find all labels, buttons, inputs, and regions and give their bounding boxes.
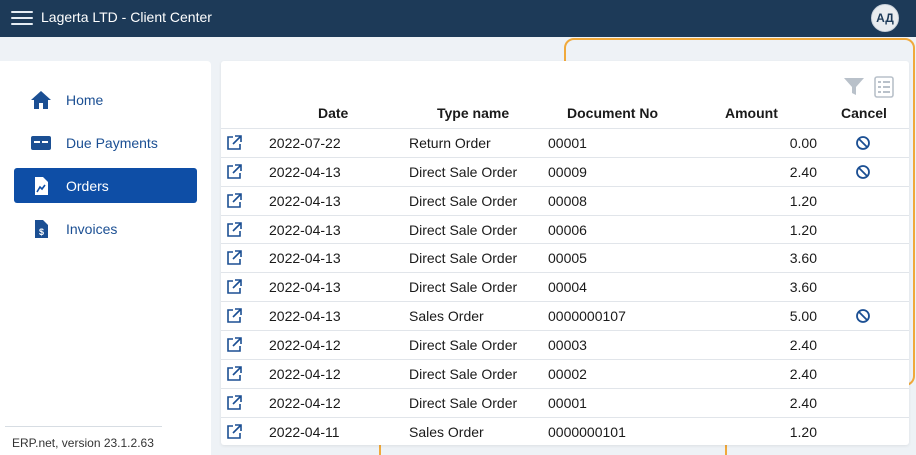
cancel-icon[interactable] bbox=[855, 164, 871, 180]
sidebar: Home Due Payments Orders $ Invoices ERP.… bbox=[0, 61, 211, 455]
sidebar-item-label: Invoices bbox=[66, 220, 118, 237]
cell-date: 2022-04-12 bbox=[269, 365, 341, 382]
cell-type-name: Direct Sale Order bbox=[409, 279, 518, 296]
home-icon bbox=[31, 91, 51, 109]
cell-document-no: 00005 bbox=[548, 250, 587, 267]
open-external-icon[interactable] bbox=[225, 134, 243, 152]
column-chooser-icon[interactable] bbox=[873, 76, 895, 98]
cell-document-no: 00006 bbox=[548, 221, 587, 238]
open-external-icon[interactable] bbox=[225, 423, 243, 441]
cell-type-name: Direct Sale Order bbox=[409, 221, 518, 238]
divider bbox=[5, 426, 162, 427]
cell-document-no: 00008 bbox=[548, 192, 587, 209]
open-external-icon[interactable] bbox=[225, 163, 243, 181]
cell-date: 2022-04-13 bbox=[269, 308, 341, 325]
cell-amount: 0.00 bbox=[789, 135, 817, 151]
hamburger-icon[interactable] bbox=[11, 8, 33, 28]
cell-date: 2022-04-13 bbox=[269, 250, 341, 267]
cell-type-name: Sales Order bbox=[409, 423, 484, 440]
sidebar-item-orders[interactable]: Orders bbox=[14, 168, 197, 203]
credit-card-icon bbox=[31, 136, 51, 150]
table-row[interactable]: 2022-07-22 Return Order 00001 0.00 bbox=[221, 128, 909, 157]
table-row[interactable]: 2022-04-13 Direct Sale Order 00009 2.40 bbox=[221, 156, 909, 186]
open-external-icon[interactable] bbox=[225, 249, 243, 267]
svg-text:$: $ bbox=[39, 227, 44, 237]
table-row[interactable]: 2022-04-13 Sales Order 0000000107 5.00 bbox=[221, 301, 909, 330]
cell-type-name: Direct Sale Order bbox=[409, 192, 518, 209]
open-external-icon[interactable] bbox=[225, 221, 243, 239]
open-external-icon[interactable] bbox=[225, 394, 243, 412]
table-row[interactable]: 2022-04-13 Direct Sale Order 00008 1.20 bbox=[221, 185, 909, 215]
cell-amount: 2.40 bbox=[789, 394, 817, 411]
cell-date: 2022-04-12 bbox=[269, 394, 341, 411]
filter-icon[interactable] bbox=[843, 77, 865, 97]
open-external-icon[interactable] bbox=[225, 278, 243, 296]
cell-amount: 1.20 bbox=[789, 221, 817, 238]
cell-type-name: Direct Sale Order bbox=[409, 163, 518, 180]
cell-amount: 2.40 bbox=[789, 163, 817, 180]
sidebar-item-home[interactable]: Home bbox=[14, 82, 197, 117]
top-bar: Lagerta LTD - Client Center АД bbox=[0, 0, 916, 37]
cell-amount: 3.60 bbox=[789, 250, 817, 267]
cell-date: 2022-04-13 bbox=[269, 279, 341, 296]
invoice-dollar-icon: $ bbox=[35, 220, 48, 238]
cell-type-name: Direct Sale Order bbox=[409, 394, 518, 411]
sidebar-item-label: Orders bbox=[66, 177, 109, 194]
cell-document-no: 00009 bbox=[548, 163, 587, 180]
column-header-type-name[interactable]: Type name bbox=[437, 105, 509, 121]
table-row[interactable]: 2022-04-11 Sales Order 0000000101 1.20 bbox=[221, 416, 909, 446]
cell-date: 2022-04-13 bbox=[269, 192, 341, 209]
cell-date: 2022-07-22 bbox=[269, 135, 341, 151]
open-external-icon[interactable] bbox=[225, 192, 243, 210]
cancel-icon[interactable] bbox=[855, 308, 871, 324]
cell-type-name: Return Order bbox=[409, 135, 491, 151]
cell-amount: 2.40 bbox=[789, 365, 817, 382]
cell-document-no: 00001 bbox=[548, 394, 587, 411]
table-row[interactable]: 2022-04-12 Direct Sale Order 00002 2.40 bbox=[221, 358, 909, 388]
table-row[interactable]: 2022-04-12 Direct Sale Order 00001 2.40 bbox=[221, 387, 909, 417]
column-header-date[interactable]: Date bbox=[318, 105, 348, 121]
cell-amount: 2.40 bbox=[789, 336, 817, 353]
table-row[interactable]: 2022-04-13 Direct Sale Order 00004 3.60 bbox=[221, 272, 909, 301]
column-header-document-no[interactable]: Document No bbox=[567, 105, 658, 121]
open-external-icon[interactable] bbox=[225, 365, 243, 383]
cell-amount: 1.20 bbox=[789, 423, 817, 440]
orders-panel: Date Type name Document No Amount Cancel… bbox=[221, 61, 909, 445]
sidebar-item-invoices[interactable]: $ Invoices bbox=[14, 211, 197, 246]
document-chart-icon bbox=[35, 177, 48, 195]
cell-type-name: Direct Sale Order bbox=[409, 365, 518, 382]
column-header-cancel: Cancel bbox=[841, 105, 887, 121]
cell-document-no: 00002 bbox=[548, 365, 587, 382]
cell-amount: 3.60 bbox=[789, 279, 817, 296]
open-external-icon[interactable] bbox=[225, 307, 243, 325]
cell-document-no: 00003 bbox=[548, 336, 587, 353]
cell-date: 2022-04-11 bbox=[269, 423, 340, 440]
cell-document-no: 00004 bbox=[548, 279, 587, 296]
table-row[interactable]: 2022-04-13 Direct Sale Order 00005 3.60 bbox=[221, 243, 909, 272]
avatar[interactable]: АД bbox=[871, 4, 899, 32]
cell-date: 2022-04-13 bbox=[269, 221, 341, 238]
table-row[interactable]: 2022-04-13 Direct Sale Order 00006 1.20 bbox=[221, 214, 909, 244]
cell-document-no: 0000000101 bbox=[548, 423, 626, 440]
open-external-icon[interactable] bbox=[225, 336, 243, 354]
column-header-amount[interactable]: Amount bbox=[725, 105, 778, 121]
cell-type-name: Direct Sale Order bbox=[409, 250, 518, 267]
sidebar-item-due-payments[interactable]: Due Payments bbox=[14, 125, 197, 160]
app-title: Lagerta LTD - Client Center bbox=[41, 9, 212, 25]
cell-amount: 5.00 bbox=[789, 308, 817, 325]
sidebar-item-label: Due Payments bbox=[66, 134, 158, 151]
cell-document-no: 0000000107 bbox=[548, 308, 626, 325]
table-row[interactable]: 2022-04-12 Direct Sale Order 00003 2.40 bbox=[221, 329, 909, 359]
sidebar-item-label: Home bbox=[66, 91, 104, 108]
version-label: ERP.net, version 23.1.2.63 bbox=[12, 436, 154, 450]
cell-amount: 1.20 bbox=[789, 192, 817, 209]
cell-document-no: 00001 bbox=[548, 135, 587, 151]
cell-type-name: Sales Order bbox=[409, 308, 484, 325]
cell-date: 2022-04-13 bbox=[269, 163, 341, 180]
cancel-icon[interactable] bbox=[855, 135, 871, 151]
cell-type-name: Direct Sale Order bbox=[409, 336, 518, 353]
cell-date: 2022-04-12 bbox=[269, 336, 341, 353]
